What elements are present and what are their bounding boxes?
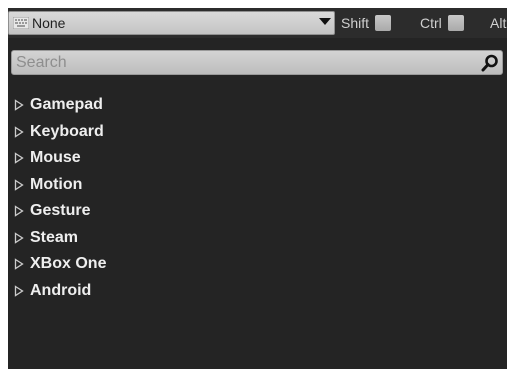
tree-item-gamepad[interactable]: Gamepad — [14, 92, 106, 119]
tree-item-xbox-one[interactable]: XBox One — [14, 251, 106, 278]
expand-arrow-icon[interactable] — [14, 126, 24, 138]
expand-arrow-icon[interactable] — [14, 205, 24, 217]
tree-item-steam[interactable]: Steam — [14, 225, 106, 252]
keyboard-icon — [13, 17, 29, 29]
search-box — [11, 50, 503, 75]
expand-arrow-icon[interactable] — [14, 179, 24, 191]
tree-item-gesture[interactable]: Gesture — [14, 198, 106, 225]
tree-item-label: Motion — [30, 175, 83, 193]
modifier-alt-label: Alt — [490, 15, 507, 31]
expand-arrow-icon[interactable] — [14, 258, 24, 270]
category-tree: Gamepad Keyboard Mouse Motion Gesture St… — [14, 92, 106, 304]
modifier-alt[interactable]: Alt — [490, 14, 507, 32]
expand-arrow-icon[interactable] — [14, 232, 24, 244]
tree-item-label: Gesture — [30, 202, 91, 220]
expand-arrow-icon[interactable] — [14, 152, 24, 164]
modifier-ctrl[interactable]: Ctrl — [420, 14, 464, 32]
tree-item-android[interactable]: Android — [14, 278, 106, 305]
tree-item-label: XBox One — [30, 255, 107, 273]
modifier-shift[interactable]: Shift — [341, 14, 392, 32]
toolbar: None Shift Ctrl Alt — [8, 8, 507, 38]
expand-arrow-icon[interactable] — [14, 285, 24, 297]
key-select-dropdown[interactable]: None — [8, 11, 335, 35]
key-select-value: None — [32, 15, 66, 31]
key-selector-panel: None Shift Ctrl Alt Gamepad Keyboa — [8, 8, 507, 369]
search-input[interactable] — [16, 52, 476, 73]
tree-item-keyboard[interactable]: Keyboard — [14, 119, 106, 146]
modifier-shift-label: Shift — [341, 15, 370, 31]
tree-item-label: Android — [30, 281, 92, 299]
tree-item-label: Gamepad — [30, 96, 103, 114]
expand-arrow-icon[interactable] — [14, 99, 24, 111]
tree-item-label: Keyboard — [30, 122, 104, 140]
tree-item-label: Mouse — [30, 149, 81, 167]
tree-item-mouse[interactable]: Mouse — [14, 145, 106, 172]
modifier-ctrl-checkbox[interactable] — [447, 15, 464, 31]
search-icon[interactable] — [481, 54, 499, 72]
chevron-down-icon — [319, 18, 331, 25]
modifier-shift-checkbox[interactable] — [375, 15, 392, 31]
tree-item-motion[interactable]: Motion — [14, 172, 106, 199]
modifier-ctrl-label: Ctrl — [420, 15, 442, 31]
tree-item-label: Steam — [30, 228, 79, 246]
